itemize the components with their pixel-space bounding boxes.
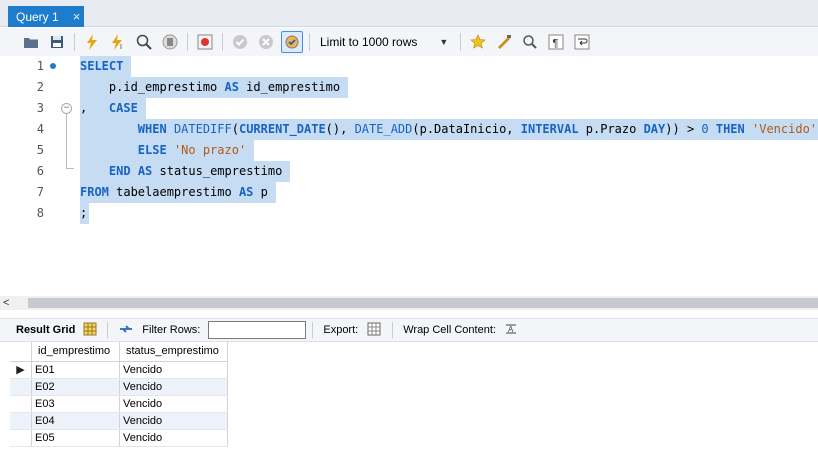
grid-view-icon[interactable]: [83, 322, 97, 339]
svg-text:¶: ¶: [553, 38, 559, 50]
table-row[interactable]: E05 Vencido: [10, 430, 228, 447]
current-row-icon: ▶: [10, 362, 32, 378]
find-icon[interactable]: [519, 31, 541, 53]
toggle-error-stop-icon[interactable]: [194, 31, 216, 53]
tab-bar: Query 1 ×: [0, 0, 818, 27]
limit-rows-select[interactable]: Limit to 1000 rows ▼: [320, 35, 448, 49]
line-number: 8: [36, 206, 44, 220]
save-icon[interactable]: [46, 31, 68, 53]
grid-cell[interactable]: E01: [32, 362, 120, 378]
scroll-thumb[interactable]: [28, 298, 818, 308]
row-header: [10, 379, 32, 395]
svg-text:A: A: [508, 325, 514, 334]
word-wrap-icon[interactable]: [571, 31, 593, 53]
code-line: 3 − , CASE: [0, 98, 818, 119]
beautify-icon[interactable]: [493, 31, 515, 53]
toolbar-separator: [312, 322, 314, 338]
code-line: 6 END AS status_emprestimo: [0, 161, 818, 182]
result-toolbar: Result Grid Filter Rows: Export: Wrap Ce…: [0, 318, 818, 342]
column-header[interactable]: status_emprestimo: [120, 342, 228, 361]
table-row[interactable]: E03 Vencido: [10, 396, 228, 413]
explain-icon[interactable]: [133, 31, 155, 53]
statement-marker-icon: [50, 63, 56, 69]
table-row[interactable]: ▶ E01 Vencido: [10, 362, 228, 379]
close-icon[interactable]: ×: [73, 9, 81, 24]
table-row[interactable]: E02 Vencido: [10, 379, 228, 396]
grid-cell[interactable]: E04: [32, 413, 120, 429]
stop-icon[interactable]: [159, 31, 181, 53]
sql-toolbar: I Limit to 1000 rows ▼ ¶: [0, 28, 818, 56]
toolbar-separator: [309, 33, 310, 51]
execute-icon[interactable]: [81, 31, 103, 53]
horizontal-scrollbar[interactable]: <: [0, 296, 818, 310]
grid-cell[interactable]: E05: [32, 430, 120, 446]
chevron-down-icon: ▼: [439, 37, 449, 47]
add-snippet-icon[interactable]: [467, 31, 489, 53]
grid-header: id_emprestimo status_emprestimo: [10, 342, 228, 362]
svg-text:I: I: [120, 44, 122, 50]
line-number: 5: [36, 143, 44, 157]
column-header[interactable]: id_emprestimo: [32, 342, 120, 361]
export-icon[interactable]: [366, 321, 382, 340]
line-number: 4: [36, 122, 44, 136]
rollback-icon[interactable]: [255, 31, 277, 53]
grid-cell[interactable]: Vencido: [120, 362, 228, 378]
grid-cell[interactable]: Vencido: [120, 430, 228, 446]
toolbar-separator: [107, 322, 109, 338]
line-number: 7: [36, 185, 44, 199]
execute-statement-icon[interactable]: I: [107, 31, 129, 53]
export-label: Export:: [323, 324, 359, 336]
row-header: [10, 413, 32, 429]
table-row[interactable]: E04 Vencido: [10, 413, 228, 430]
grid-cell[interactable]: Vencido: [120, 379, 228, 395]
code-line: 8 ;: [0, 203, 818, 224]
filter-rows-label: Filter Rows:: [142, 324, 201, 336]
toolbar-separator: [460, 33, 462, 51]
line-number: 6: [36, 164, 44, 178]
line-number: 2: [36, 80, 44, 94]
toolbar-separator: [222, 33, 223, 51]
tab-query-1[interactable]: Query 1 ×: [8, 6, 84, 27]
toolbar-separator: [392, 322, 394, 338]
filter-rows-input[interactable]: [208, 321, 307, 339]
invisible-chars-icon[interactable]: ¶: [545, 31, 567, 53]
line-number: 3: [36, 101, 44, 115]
limit-rows-label: Limit to 1000 rows: [320, 35, 418, 49]
open-folder-icon[interactable]: [20, 31, 42, 53]
result-grid-tab[interactable]: Result Grid: [16, 324, 75, 336]
code-line: 7 FROM tabelaemprestimo AS p: [0, 182, 818, 203]
result-grid[interactable]: id_emprestimo status_emprestimo ▶ E01 Ve…: [10, 342, 228, 447]
refresh-icon[interactable]: [118, 322, 134, 339]
row-header-corner: [10, 342, 32, 361]
row-header: [10, 396, 32, 412]
toolbar-separator: [74, 33, 75, 51]
wrap-cell-label: Wrap Cell Content:: [403, 324, 496, 336]
autocommit-toggle-icon[interactable]: [281, 31, 303, 53]
tab-title: Query 1: [16, 9, 59, 24]
grid-cell[interactable]: E02: [32, 379, 120, 395]
grid-cell[interactable]: Vencido: [120, 413, 228, 429]
code-line: 1 SELECT: [0, 56, 818, 77]
row-header: [10, 430, 32, 446]
scroll-left-icon[interactable]: <: [3, 296, 9, 310]
code-line: 2 p.id_emprestimo AS id_emprestimo: [0, 77, 818, 98]
toolbar-separator: [187, 33, 188, 51]
grid-cell[interactable]: E03: [32, 396, 120, 412]
line-number: 1: [36, 59, 44, 73]
fold-toggle-icon[interactable]: −: [61, 103, 72, 114]
code-line: 4 WHEN DATEDIFF(CURRENT_DATE(), DATE_ADD…: [0, 119, 818, 140]
code-line: 5 ELSE 'No prazo': [0, 140, 818, 161]
sql-editor[interactable]: 1 SELECT 2 p.id_emprestimo AS id_emprest…: [0, 56, 818, 296]
grid-cell[interactable]: Vencido: [120, 396, 228, 412]
commit-icon[interactable]: [229, 31, 251, 53]
wrap-cell-icon[interactable]: A: [504, 322, 518, 339]
